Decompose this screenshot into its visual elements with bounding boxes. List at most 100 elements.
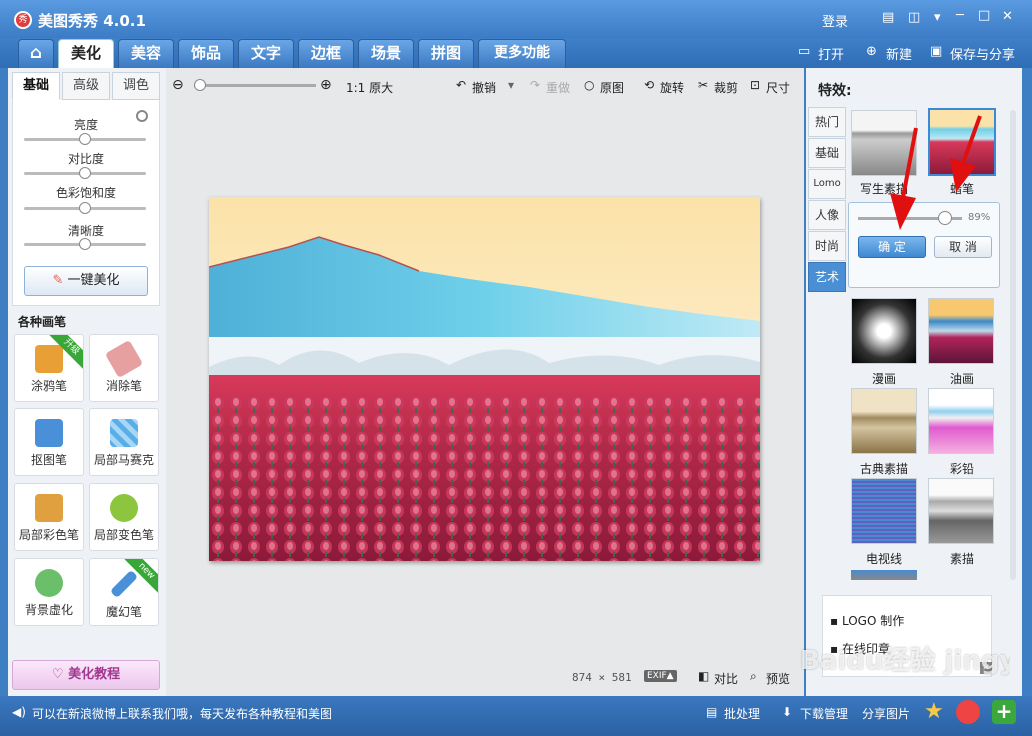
photo-canvas[interactable] — [209, 197, 760, 561]
undo-icon[interactable]: ↶ — [456, 78, 466, 92]
rotate-icon[interactable]: ⟲ — [644, 78, 654, 92]
open-icon[interactable]: ▭ — [798, 44, 810, 59]
open-button[interactable]: 打开 — [818, 44, 844, 63]
download-icon[interactable]: ⬇ — [782, 705, 792, 719]
brush-section-title: 各种画笔 — [18, 315, 67, 329]
fx-thumb-classic-sketch[interactable] — [851, 388, 917, 454]
compare-icon[interactable]: ◧ — [698, 669, 709, 683]
zoom-slider[interactable] — [194, 84, 316, 87]
preview-icon[interactable]: ⌕ — [750, 669, 757, 684]
tab-frame[interactable]: 边框 — [298, 39, 354, 68]
undo-dropdown-icon[interactable]: ▾ — [508, 78, 514, 92]
tab-text[interactable]: 文字 — [238, 39, 294, 68]
sharpness-knob[interactable] — [79, 238, 91, 250]
menu-icon[interactable]: ▾ — [934, 10, 941, 25]
fx-cat-fashion[interactable]: 时尚 — [808, 231, 846, 261]
resize-button[interactable]: 尺寸 — [766, 79, 790, 96]
image-dimensions: 874 × 581 — [572, 671, 632, 684]
share-button[interactable]: 分享图片 — [862, 705, 910, 722]
tool-eraser[interactable]: 消除笔 — [89, 334, 159, 402]
exif-button[interactable]: EXIF▲ — [644, 670, 677, 682]
fx-thumb-tv-lines[interactable] — [851, 478, 917, 544]
app-logo-icon: 秀 — [14, 11, 32, 29]
cancel-button[interactable]: 取 消 — [934, 236, 992, 258]
preview-button[interactable]: 预览 — [766, 670, 790, 687]
tab-more-features[interactable]: 更多功能 — [478, 39, 566, 68]
crop-icon[interactable]: ✂ — [698, 78, 708, 92]
tool-label: 涂鸦笔 — [30, 379, 67, 393]
redo-icon[interactable]: ↷ — [530, 78, 540, 92]
fx-cat-hot[interactable]: 热门 — [808, 107, 846, 137]
subtab-advanced[interactable]: 高级 — [62, 72, 110, 100]
saturation-label: 色彩饱和度 — [55, 186, 116, 200]
tool-label: 抠图笔 — [30, 453, 67, 467]
fx-cat-lomo[interactable]: Lomo — [808, 169, 846, 199]
minimize-button[interactable]: ─ — [956, 8, 964, 23]
save-share-button[interactable]: 保存与分享 — [950, 44, 1015, 63]
add-icon[interactable]: + — [992, 700, 1016, 724]
tool-blur-background[interactable]: 背景虚化 — [14, 558, 84, 626]
new-icon[interactable]: ⊕ — [866, 44, 877, 59]
tab-beautify[interactable]: 美化 — [58, 39, 114, 68]
effects-scrollbar[interactable] — [1010, 110, 1016, 580]
fx-cat-art[interactable]: 艺术 — [808, 262, 846, 292]
one-click-beautify-button[interactable]: ✎ 一键美化 — [24, 266, 148, 296]
fx-thumb-colored-pencil[interactable] — [928, 388, 994, 454]
compare-button[interactable]: 对比 — [714, 670, 738, 687]
batch-icon[interactable]: ▤ — [706, 705, 717, 719]
skin-icon[interactable]: ◫ — [908, 10, 920, 25]
baidu-watermark: Baidu经验 jingyan.baidu.com — [800, 646, 1010, 676]
weibo-icon[interactable] — [956, 700, 980, 724]
fx-thumb-partial[interactable] — [851, 570, 917, 580]
feedback-icon[interactable]: ▤ — [882, 10, 894, 25]
tab-face[interactable]: 美容 — [118, 39, 174, 68]
tool-doodle-pen[interactable]: 涂鸦笔 升级 — [14, 334, 84, 402]
blur-bg-icon — [35, 569, 63, 597]
new-button[interactable]: 新建 — [886, 44, 912, 63]
tool-magic-pen[interactable]: 魔幻笔 new — [89, 558, 159, 626]
home-icon[interactable]: ⌂ — [18, 39, 54, 68]
status-message[interactable]: 可以在新浪微博上联系我们哦，每天发布各种教程和美图 — [32, 705, 332, 722]
fx-label-pencil-sketch: 素描 — [949, 552, 974, 566]
tutorial-button[interactable]: ♡ 美化教程 — [12, 660, 160, 690]
subtab-basic[interactable]: 基础 — [12, 72, 60, 100]
fx-thumb-pencil-sketch[interactable] — [928, 478, 994, 544]
undo-button[interactable]: 撤销 — [472, 79, 496, 96]
redo-button[interactable]: 重做 — [546, 79, 570, 96]
save-icon[interactable]: ▣ — [930, 44, 942, 59]
zoom-in-icon[interactable]: ⊕ — [320, 77, 332, 93]
tool-cutout-pen[interactable]: 抠图笔 — [14, 408, 84, 476]
ad-link-logo[interactable]: ▪ LOGO 制作 — [830, 612, 904, 629]
tool-color-brush[interactable]: 局部彩色笔 — [14, 483, 84, 551]
contrast-knob[interactable] — [79, 167, 91, 179]
original-size-button[interactable]: 1:1 原大 — [346, 79, 393, 96]
crop-button[interactable]: 裁剪 — [714, 79, 738, 96]
rotate-button[interactable]: 旋转 — [660, 79, 684, 96]
tab-collage[interactable]: 拼图 — [418, 39, 474, 68]
favorite-star-icon[interactable]: ★ — [924, 700, 948, 724]
brightness-knob[interactable] — [79, 133, 91, 145]
tool-recolor-pen[interactable]: 局部变色笔 — [89, 483, 159, 551]
saturation-knob[interactable] — [79, 202, 91, 214]
fx-cat-basic[interactable]: 基础 — [808, 138, 846, 168]
fx-cat-portrait[interactable]: 人像 — [808, 200, 846, 230]
batch-button[interactable]: 批处理 — [724, 705, 760, 722]
download-button[interactable]: 下载管理 — [800, 705, 848, 722]
original-icon[interactable]: ○ — [584, 78, 594, 92]
fx-label-tv-lines: 电视线 — [865, 552, 902, 566]
confirm-button[interactable]: 确 定 — [858, 236, 926, 258]
tool-mosaic[interactable]: 局部马赛克 — [89, 408, 159, 476]
zoom-knob[interactable] — [194, 79, 206, 91]
login-link[interactable]: 登录 — [822, 11, 848, 30]
resize-icon[interactable]: ⊡ — [750, 78, 760, 92]
original-button[interactable]: 原图 — [600, 79, 624, 96]
tab-accessories[interactable]: 饰品 — [178, 39, 234, 68]
close-button[interactable]: ✕ — [1002, 9, 1013, 24]
subtab-color[interactable]: 调色 — [112, 72, 160, 100]
fx-thumb-comic[interactable] — [851, 298, 917, 364]
maximize-button[interactable]: □ — [978, 8, 990, 23]
effects-title: 特效: — [818, 83, 852, 99]
zoom-out-icon[interactable]: ⊖ — [172, 77, 184, 93]
fx-thumb-oil[interactable] — [928, 298, 994, 364]
tab-scene[interactable]: 场景 — [358, 39, 414, 68]
